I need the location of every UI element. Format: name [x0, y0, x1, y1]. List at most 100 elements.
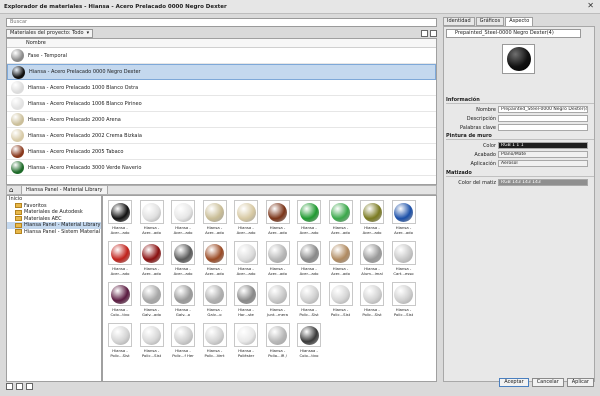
library-material-tile[interactable]: Hiansa - Acer...ado: [264, 198, 292, 238]
tint-color-field[interactable]: RGB 143 143 143: [498, 179, 588, 186]
library-material-tile[interactable]: Hiansaa - Colo...tivo: [295, 321, 323, 361]
list-item[interactable]: Hiansa - Acero Prelacado 3000 Verde Nave…: [7, 160, 436, 176]
library-material-tile[interactable]: Hiansa - Polio...IR /: [264, 321, 292, 361]
material-name: Hiansa - Acero Prelacado 1006 Blanco Pir…: [28, 100, 142, 107]
material-thumbnail: [11, 129, 24, 142]
library-material-tile[interactable]: Hiansa - Polic...Sist: [327, 280, 355, 320]
list-view-icon[interactable]: [421, 29, 428, 37]
section-info[interactable]: Información: [446, 97, 594, 104]
material-tile-label: Hiansa - Acer...ado: [236, 225, 256, 235]
material-swatch: [360, 282, 384, 306]
list-item[interactable]: Hiansa - Acero Prelacado 2002 Crema Bizk…: [7, 128, 436, 144]
material-editor-icon[interactable]: [26, 382, 33, 390]
library-material-tile[interactable]: Hiansa - Polic...Sist: [390, 280, 418, 320]
tab-graphics[interactable]: Gráficos: [475, 17, 505, 26]
cancel-button[interactable]: Cancelar: [531, 378, 564, 387]
tree-item[interactable]: Hiansa Panel - Material Library: [7, 222, 101, 229]
library-material-tile[interactable]: Hiansa - Cart...esso: [390, 239, 418, 279]
grid-view-icon[interactable]: [430, 29, 437, 37]
library-material-tile[interactable]: Hiansa - Acer...ado: [169, 239, 197, 279]
create-material-icon[interactable]: [16, 382, 23, 390]
tab-identity[interactable]: Identidad: [443, 17, 475, 26]
library-material-tile[interactable]: Hiansa - Acer...ado: [358, 198, 386, 238]
title-bar: Explorador de materiales - Hiansa - Acer…: [0, 0, 600, 14]
list-item[interactable]: Hiansa - Acero Prelacado 2000 Arena: [7, 112, 436, 128]
library-material-tile[interactable]: Hiansa - Acer...ado: [232, 198, 260, 238]
application-dropdown[interactable]: Aerosol: [498, 160, 588, 167]
project-materials-list: Nombre Fase - Temporal Hiansa - Acero Pre…: [6, 38, 437, 185]
tab-appearance[interactable]: Aspecto: [505, 17, 534, 26]
material-sphere: [173, 243, 193, 263]
finish-dropdown[interactable]: Plano/Mate: [498, 151, 588, 158]
library-material-tile[interactable]: Hiansa - Polic...Vert: [201, 321, 229, 361]
library-material-tile[interactable]: Hiansa - Acer...ado: [138, 198, 166, 238]
library-material-tile[interactable]: Hiansa - Hor...ste: [232, 280, 260, 320]
library-material-tile[interactable]: Hiansa - Acer...ado: [327, 239, 355, 279]
search-input[interactable]: Buscar: [6, 18, 437, 27]
library-material-tile[interactable]: Hiansa - Acer...ado: [138, 239, 166, 279]
library-menu-icon[interactable]: [6, 382, 13, 390]
project-materials-filter[interactable]: Materiales del proyecto: Todo ▾: [6, 28, 94, 38]
section-tint[interactable]: Matizado: [446, 170, 594, 177]
home-icon[interactable]: ⌂: [9, 186, 18, 194]
library-material-tile[interactable]: Hiansa - Polic...f Her: [169, 321, 197, 361]
close-icon[interactable]: ✕: [587, 1, 594, 10]
library-material-tile[interactable]: Hiansa - Galv...o: [201, 280, 229, 320]
list-item[interactable]: Hiansa - Acero Prelacado 0000 Negro Dext…: [7, 64, 436, 80]
library-material-tile[interactable]: Hiansa - Galv...o: [169, 280, 197, 320]
list-item[interactable]: Hiansa - Acero Prelacado 1000 Blanco Ost…: [7, 80, 436, 96]
library-material-tile[interactable]: Hiansa - Acer...ado: [264, 239, 292, 279]
material-swatch: [391, 241, 416, 265]
library-material-tile[interactable]: Hiansa - Acer...ado: [327, 198, 355, 238]
color-field[interactable]: RGB 1 1 1: [498, 142, 588, 149]
library-material-tile[interactable]: Hiansa - Acer...ado: [232, 239, 260, 279]
library-material-tile[interactable]: Hiansa - Alum...imal: [358, 239, 386, 279]
library-material-tile[interactable]: Hiansa - Colo...tivo: [106, 280, 134, 320]
material-tile-label: Hiansa - Acer...ado: [110, 266, 130, 276]
row-color: Color RGB 1 1 1: [446, 142, 594, 150]
list-item[interactable]: Hiansa - Acero Prelacado 2005 Tabaco: [7, 144, 436, 160]
library-material-tile[interactable]: Hiansa - Polic...Sist: [138, 321, 166, 361]
material-tile-label: Hiansa - Hor...ste: [238, 307, 254, 317]
library-material-tile[interactable]: Hiansa - Acer...ado: [390, 198, 418, 238]
description-field[interactable]: [498, 115, 588, 122]
library-material-tile[interactable]: Hiansa - Acer...ado: [169, 198, 197, 238]
material-sphere: [299, 243, 319, 263]
library-material-tile[interactable]: Hiansa - Poliéster: [232, 321, 260, 361]
library-material-tile[interactable]: Hiansa - Polic...Sist: [295, 280, 323, 320]
column-header-name[interactable]: Nombre: [7, 39, 436, 48]
section-wall-paint[interactable]: Pintura de muro: [446, 133, 594, 140]
accept-button[interactable]: Aceptar: [499, 378, 529, 387]
library-material-tile[interactable]: Hiansa - Junt...mera: [264, 280, 292, 320]
library-material-tile[interactable]: Hiansa - Galv...ado: [138, 280, 166, 320]
library-material-tile[interactable]: Hiansa - Acer...ado: [106, 239, 134, 279]
breadcrumb[interactable]: Hiansa Panel - Material Library: [21, 186, 108, 194]
material-tile-label: Hiansa - Polic...Vert: [204, 348, 225, 358]
material-name: Fase - Temporal: [28, 52, 68, 59]
material-swatch: [171, 282, 195, 306]
material-sphere: [142, 325, 161, 345]
library-material-tile[interactable]: Hiansa - Acer...ado: [295, 239, 323, 279]
material-swatch: [234, 241, 258, 265]
library-material-tile[interactable]: Hiansa - Acer...ado: [106, 198, 134, 238]
library-material-tile[interactable]: Hiansa - Acer...ado: [201, 198, 229, 238]
library-material-tile[interactable]: Hiansa - Acer...ado: [295, 198, 323, 238]
apply-button[interactable]: Aplicar: [566, 378, 594, 387]
material-swatch: [328, 241, 353, 265]
list-item[interactable]: Fase - Temporal: [7, 48, 436, 64]
material-swatch: [139, 282, 164, 306]
tree-item[interactable]: Hiansa Panel - Sistem Material Library: [7, 229, 101, 236]
material-sphere: [331, 202, 350, 222]
library-material-tile[interactable]: Hiansa - Polic...Sist: [106, 321, 134, 361]
left-panel: Buscar Materiales del proyecto: Todo ▾ N…: [0, 14, 439, 396]
material-preview[interactable]: [502, 44, 535, 74]
material-tile-label: Hiansa - Acer...ado: [205, 225, 224, 235]
keywords-field[interactable]: [498, 124, 588, 131]
list-item[interactable]: Hiansa - Acero Prelacado 1006 Blanco Pir…: [7, 96, 436, 112]
library-material-tile[interactable]: Hiansa - Acer...ado: [201, 239, 229, 279]
name-field[interactable]: Prepainted_Steel-0000 Negro Dexter(4): [498, 106, 588, 113]
material-swatch: [108, 282, 132, 306]
library-material-tile[interactable]: Hiansa - Polic...Sist: [358, 280, 386, 320]
material-swatch: [108, 323, 132, 347]
material-name: Hiansa - Acero Prelacado 3000 Verde Nave…: [28, 164, 142, 171]
